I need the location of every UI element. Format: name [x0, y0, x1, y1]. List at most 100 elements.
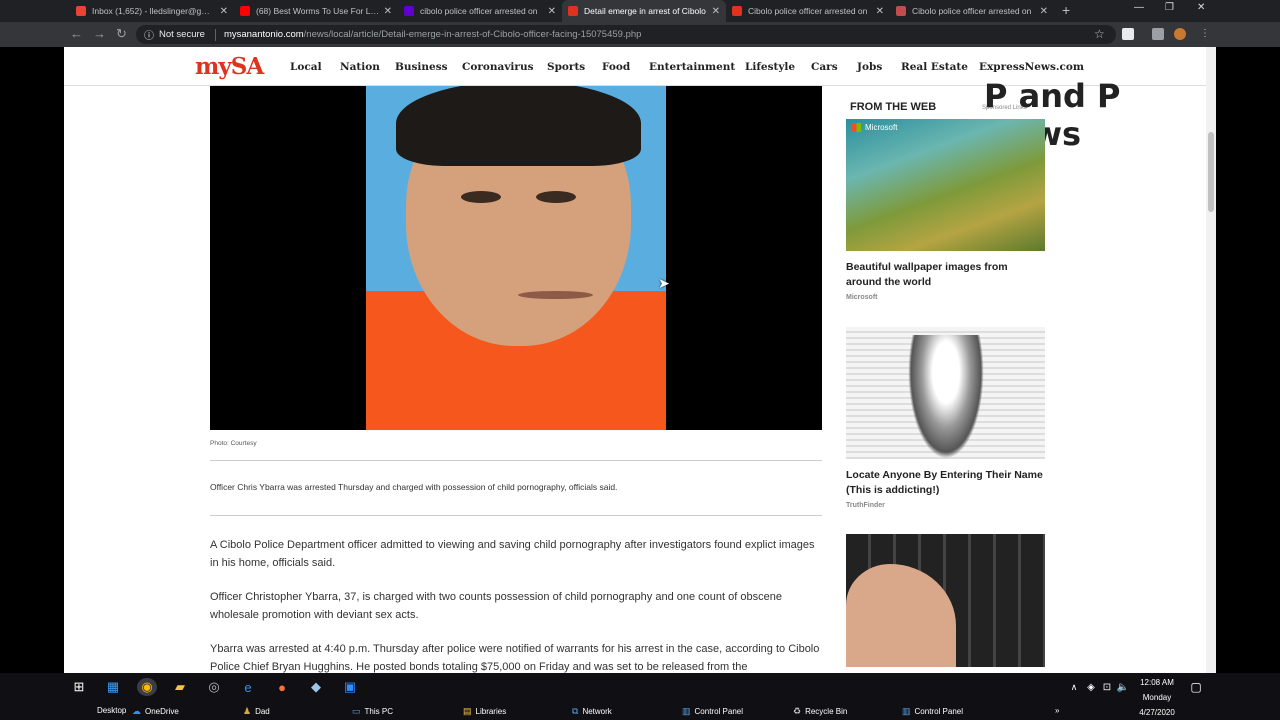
wallpaper-ad-image[interactable]: Microsoft — [846, 119, 1045, 251]
security-label[interactable]: Not secure — [159, 29, 205, 40]
close-icon[interactable]: ✕ — [712, 6, 720, 17]
tab-yahoo[interactable]: cibolo police officer arrested on ✕ — [398, 0, 562, 22]
gmail-icon — [76, 6, 86, 16]
back-button[interactable]: ← — [70, 26, 83, 41]
nav-cars[interactable]: Cars — [811, 61, 838, 73]
restore-button[interactable]: ❐ — [1165, 2, 1174, 13]
tab-title: Detail emerge in arrest of Cibolo — [584, 6, 706, 16]
address-bar[interactable]: ⓘ Not secure mysanantonio.com /news/loca… — [136, 25, 1116, 44]
clock-day: Monday — [1142, 693, 1172, 702]
keyboard-ad-image[interactable] — [846, 534, 1045, 667]
recycle-bin-icon: ♻ — [793, 706, 802, 716]
libraries-icon: ▤ — [463, 706, 472, 716]
scrollbar[interactable] — [1206, 47, 1216, 673]
toolbar-link-desktop[interactable]: Desktop — [97, 706, 126, 715]
bookmark-star-icon[interactable]: ☆ — [1094, 27, 1105, 41]
scrollbar-thumb[interactable] — [1208, 132, 1214, 212]
volume-icon[interactable]: 🔈 — [1113, 678, 1133, 696]
file-explorer-icon[interactable]: ▰ — [170, 678, 190, 696]
info-icon[interactable]: ⓘ — [144, 27, 154, 42]
notifications-icon[interactable]: ▢ — [1186, 678, 1206, 696]
ad-source: Microsoft — [846, 294, 878, 301]
tab-article-3[interactable]: Cibolo police officer arrested on ✕ — [890, 0, 1054, 22]
forward-button[interactable]: → — [93, 26, 106, 41]
article-photo[interactable] — [210, 86, 822, 430]
toolbar-link-this-pc[interactable]: ▭ This PC — [352, 706, 393, 717]
toolbar-link-network[interactable]: ⧉ Network — [572, 706, 612, 717]
close-icon[interactable]: ✕ — [384, 6, 392, 17]
ad-title-wallpaper[interactable]: Beautiful wallpaper images from around t… — [846, 260, 1045, 290]
url-path: /news/local/article/Detail-emerge-in-arr… — [303, 29, 642, 40]
nav-nation[interactable]: Nation — [340, 61, 380, 73]
chrome-icon[interactable]: ◉ — [137, 678, 157, 696]
steam-icon[interactable]: ◎ — [204, 678, 224, 696]
menu-icon[interactable]: ⋮ — [1200, 28, 1210, 39]
sketch-woman — [908, 335, 984, 459]
new-tab-button[interactable]: + — [1062, 2, 1070, 18]
youtube-icon — [240, 6, 250, 16]
tab-article-2[interactable]: Cibolo police officer arrested on ✕ — [726, 0, 890, 22]
window-close-button[interactable]: ✕ — [1197, 2, 1205, 13]
close-icon[interactable]: ✕ — [876, 6, 884, 17]
sketch-portrait-ad-image[interactable] — [846, 327, 1045, 459]
ad-source: TruthFinder — [846, 502, 885, 509]
minimize-button[interactable]: — — [1134, 2, 1144, 13]
ad-title-locate[interactable]: Locate Anyone By Entering Their Name (Th… — [846, 468, 1045, 498]
close-icon[interactable]: ✕ — [220, 6, 228, 17]
close-icon[interactable]: ✕ — [548, 6, 556, 17]
tab-active-article[interactable]: Detail emerge in arrest of Cibolo ✕ — [562, 0, 726, 22]
close-icon[interactable]: ✕ — [1040, 6, 1048, 17]
toolbar-link-libraries[interactable]: ▤ Libraries — [463, 706, 506, 717]
news-icon — [732, 6, 742, 16]
nav-expressnews[interactable]: ExpressNews.com — [979, 61, 1084, 73]
from-the-web-heading: FROM THE WEB — [850, 101, 937, 113]
computer-icon: ▭ — [352, 706, 361, 716]
mouse-cursor-icon: ➤ — [658, 275, 670, 291]
profile-avatar[interactable] — [1174, 28, 1186, 40]
tab-youtube[interactable]: (68) Best Worms To Use For Lake ✕ — [234, 0, 398, 22]
nav-coronavirus[interactable]: Coronavirus — [462, 61, 534, 73]
reload-button[interactable]: ↻ — [116, 26, 127, 42]
toolbar-link-onedrive[interactable]: ☁ OneDrive — [132, 706, 179, 717]
url-host: mysanantonio.com — [223, 29, 304, 40]
firefox-icon[interactable]: ● — [272, 678, 292, 696]
nav-real-estate[interactable]: Real Estate — [901, 61, 968, 73]
news-icon — [896, 6, 906, 16]
divider — [214, 28, 216, 41]
nav-business[interactable]: Business — [395, 61, 448, 73]
tab-title: cibolo police officer arrested on — [420, 6, 538, 16]
nav-food[interactable]: Food — [602, 61, 630, 73]
reading-list-icon[interactable] — [1152, 28, 1164, 40]
app-icon[interactable]: ◆ — [306, 678, 326, 696]
control-panel-icon: ▥ — [682, 706, 691, 716]
app-icon[interactable]: ▦ — [103, 678, 123, 696]
clock[interactable]: 12:08 AM Monday 4/27/2020 — [1134, 678, 1180, 717]
site-logo[interactable]: mySA — [195, 53, 264, 80]
nav-sports[interactable]: Sports — [547, 61, 585, 73]
tab-strip: Inbox (1,652) - lledslinger@gmail ✕ (68)… — [0, 0, 1280, 22]
mugshot — [366, 86, 666, 430]
photo-caption: Officer Chris Ybarra was arrested Thursd… — [210, 482, 618, 492]
nav-lifestyle[interactable]: Lifestyle — [745, 61, 795, 73]
toolbar-link-recycle-bin[interactable]: ♻ Recycle Bin — [793, 706, 847, 717]
article-paragraph: A Cibolo Police Department officer admit… — [210, 539, 815, 569]
extension-icon[interactable] — [1122, 28, 1134, 40]
start-windows-icon[interactable]: ⊞ — [69, 678, 89, 696]
web-page: mySA Local Nation Business Coronavirus S… — [64, 47, 1216, 673]
tab-gmail[interactable]: Inbox (1,652) - lledslinger@gmail ✕ — [70, 0, 234, 22]
yahoo-icon — [404, 6, 414, 16]
tab-title: Inbox (1,652) - lledslinger@gmail — [92, 6, 216, 16]
toolbar-link-control-panel[interactable]: ▥ Control Panel — [682, 706, 743, 717]
toolbar-expand-icon[interactable]: » — [1055, 706, 1059, 715]
tab-title: Cibolo police officer arrested on — [912, 6, 1032, 16]
nav-local[interactable]: Local — [290, 61, 322, 73]
toolbar-link-dad[interactable]: ♟ Dad — [243, 706, 270, 717]
tab-title: Cibolo police officer arrested on — [748, 6, 868, 16]
toolbar-link-control-panel-2[interactable]: ▥ Control Panel — [902, 706, 963, 717]
internet-explorer-icon[interactable]: e — [238, 678, 258, 696]
zoom-icon[interactable]: ▣ — [340, 678, 360, 696]
nav-jobs[interactable]: Jobs — [857, 61, 882, 73]
microsoft-logo-icon — [852, 123, 861, 132]
nav-entertainment[interactable]: Entertainment — [649, 61, 735, 73]
network-icon: ⧉ — [572, 706, 579, 716]
